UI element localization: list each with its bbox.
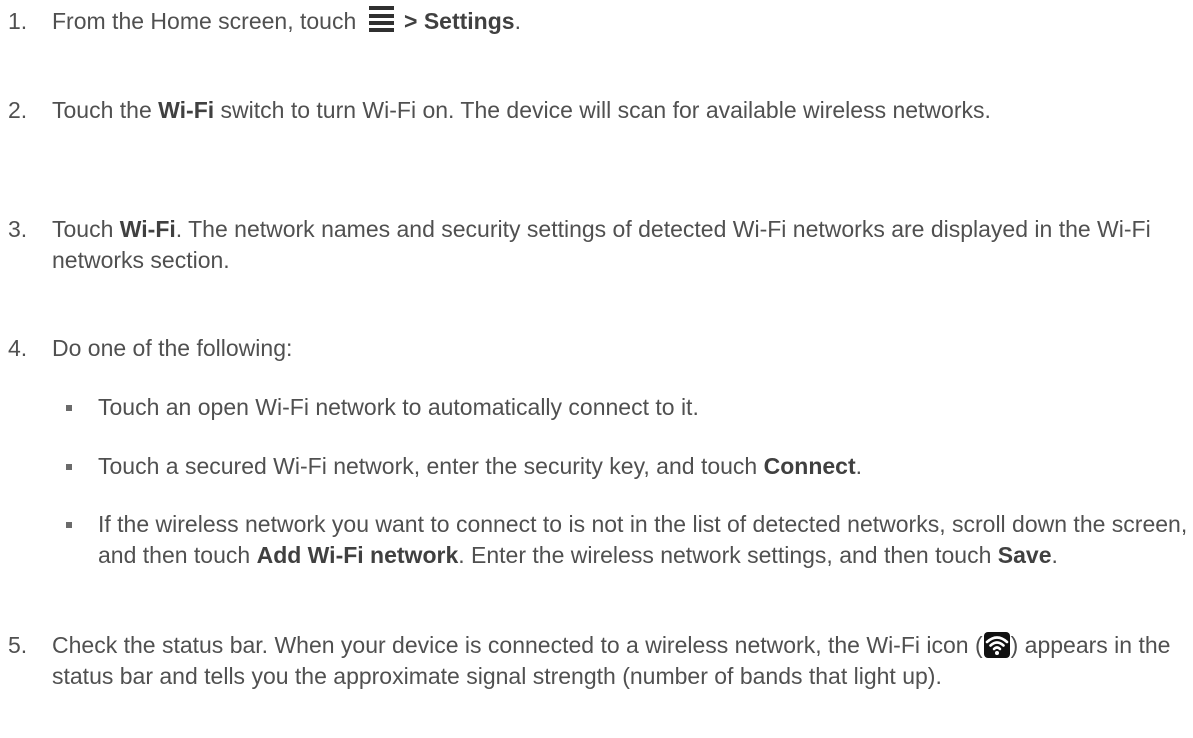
step-text: Do one of the following: bbox=[52, 335, 293, 361]
connect-label: Connect bbox=[763, 453, 856, 479]
bullet-text-post: . bbox=[855, 453, 862, 479]
instruction-page: 1. From the Home screen, touch > Setting… bbox=[0, 0, 1193, 738]
step-text-pre: Touch bbox=[52, 216, 120, 242]
step-number: 4. bbox=[8, 335, 28, 361]
bullet-icon bbox=[66, 464, 72, 470]
step-text-pre: Touch the bbox=[52, 97, 159, 123]
step-text-pre: Check the status bar. When your device i… bbox=[52, 632, 983, 658]
bullet-text-post: . bbox=[1051, 542, 1058, 568]
bullet-text: Touch a secured Wi-Fi network, enter the… bbox=[98, 451, 1189, 482]
bullet-text: Touch an open Wi-Fi network to automatic… bbox=[98, 394, 699, 420]
save-label: Save bbox=[997, 542, 1052, 568]
step-text-post: . The network names and security setting… bbox=[52, 216, 1151, 273]
step-number: 1. bbox=[8, 8, 28, 34]
step-text: From the Home screen, touch > Settings. bbox=[52, 6, 1189, 37]
step-text-post: switch to turn Wi-Fi on. The device will… bbox=[214, 97, 991, 123]
bullet-text: If the wireless network you want to conn… bbox=[98, 509, 1189, 571]
menu-icon bbox=[368, 6, 394, 32]
wifi-status-icon bbox=[983, 632, 1010, 658]
bullet-text-pre: Touch a secured Wi-Fi network, enter the… bbox=[98, 453, 764, 479]
step-text-end: . bbox=[514, 8, 521, 34]
step-text: Touch Wi-Fi. The network names and secur… bbox=[52, 214, 1189, 276]
wifi-label: Wi-Fi bbox=[158, 97, 215, 123]
step-text: Touch the Wi-Fi switch to turn Wi-Fi on.… bbox=[52, 95, 1189, 126]
bullet-icon bbox=[66, 405, 72, 411]
settings-label: > Settings bbox=[404, 8, 515, 34]
step-number: 2. bbox=[8, 97, 28, 123]
add-wifi-network-label: Add Wi-Fi network bbox=[256, 542, 459, 568]
step-number: 3. bbox=[8, 216, 28, 242]
bullet-text-mid: . Enter the wireless network settings, a… bbox=[458, 542, 998, 568]
step-text-pre: From the Home screen, touch bbox=[52, 8, 357, 34]
bullet-icon bbox=[66, 522, 72, 528]
wifi-label: Wi-Fi bbox=[119, 216, 176, 242]
step-number: 5. bbox=[8, 632, 28, 658]
step-text: Check the status bar. When your device i… bbox=[52, 630, 1189, 692]
